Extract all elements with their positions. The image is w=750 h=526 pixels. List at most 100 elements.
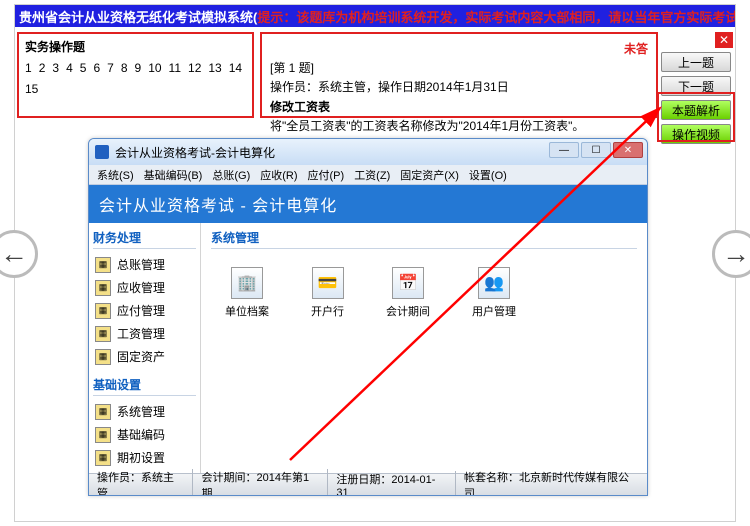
main-heading: 系统管理 (211, 229, 637, 249)
sidebar-item[interactable]: ▦ 应收管理 (93, 276, 196, 299)
maximize-icon[interactable]: ☐ (581, 142, 611, 158)
main-panel: 系统管理 🏢 单位档案 💳 开户行 📅 会计期间 👥 用户管理 (201, 223, 647, 473)
question-number[interactable]: 3 (52, 61, 59, 75)
question-line-2: 将"全员工资表"的工资表名称修改为"2014年1月份工资表"。 (270, 117, 648, 136)
question-nav-panel: 实务操作题 123456789101112131415 (17, 32, 254, 118)
prev-button[interactable]: 上一题 (661, 52, 731, 72)
next-button[interactable]: 下一题 (661, 76, 731, 96)
app-launcher-label: 开户行 (311, 303, 344, 319)
sidebar-item-icon: ▦ (95, 349, 111, 365)
question-number[interactable]: 14 (229, 61, 242, 75)
minimize-icon[interactable]: — (549, 142, 579, 158)
sidebar-heading-finance: 财务处理 (93, 229, 196, 249)
sidebar-item[interactable]: ▦ 系统管理 (93, 400, 196, 423)
question-number[interactable]: 1 (25, 61, 32, 75)
question-buttons: 上一题 下一题 本题解析 操作视频 (661, 52, 731, 144)
sidebar-item-label: 应付管理 (117, 302, 165, 319)
app-launcher-label: 用户管理 (472, 303, 516, 319)
app-launcher-icon: 👥 (478, 267, 510, 299)
window-titlebar: 会计从业资格考试-会计电算化 — ☐ ✕ (89, 139, 647, 165)
question-number-list: 123456789101112131415 (19, 57, 252, 100)
menu-item[interactable]: 总账(G) (212, 167, 250, 183)
sidebar-item-label: 工资管理 (117, 325, 165, 342)
answer-status: 未答 (270, 40, 648, 59)
question-header: ✕ 实务操作题 123456789101112131415 未答 [第 1 题]… (15, 30, 735, 122)
question-number[interactable]: 11 (169, 61, 181, 75)
question-number[interactable]: 9 (135, 61, 142, 75)
question-line-1: 操作员：系统主管，操作日期2014年1月31日 (270, 78, 648, 97)
sidebar-item-icon: ▦ (95, 427, 111, 443)
sidebar: 财务处理 ▦ 总账管理 ▦ 应收管理 ▦ 应付管理 ▦ 工资管理 ▦ 固定资产 基础设置 ▦ 系统管… (89, 223, 201, 473)
question-number[interactable]: 2 (39, 61, 46, 75)
question-number[interactable]: 12 (188, 61, 201, 75)
question-number[interactable]: 5 (80, 61, 87, 75)
app-launcher[interactable]: 💳 开户行 (311, 267, 344, 319)
status-regdate-label: 注册日期： (336, 474, 391, 486)
sidebar-item[interactable]: ▦ 工资管理 (93, 322, 196, 345)
sidebar-item-icon: ▦ (95, 326, 111, 342)
app-icon-row: 🏢 单位档案 💳 开户行 📅 会计期间 👥 用户管理 (211, 267, 637, 319)
question-number[interactable]: 15 (25, 82, 38, 96)
analysis-button[interactable]: 本题解析 (661, 100, 731, 120)
status-op-label: 操作员： (97, 472, 141, 484)
sidebar-item[interactable]: ▦ 期初设置 (93, 446, 196, 469)
app-launcher[interactable]: 🏢 单位档案 (225, 267, 269, 319)
system-title: 贵州省会计从业资格无纸化考试模拟系统( (19, 7, 257, 26)
question-number[interactable]: 4 (66, 61, 73, 75)
app-launcher-label: 单位档案 (225, 303, 269, 319)
sidebar-item-label: 应收管理 (117, 279, 165, 296)
window-controls: — ☐ ✕ (549, 142, 643, 158)
sidebar-heading-basic: 基础设置 (93, 376, 196, 396)
menu-item[interactable]: 应收(R) (260, 167, 297, 183)
app-window: 会计从业资格考试-会计电算化 — ☐ ✕ 系统(S) 基础编码(B) 总账(G) 应收… (88, 138, 648, 496)
sidebar-item-icon: ▦ (95, 303, 111, 319)
app-launcher-icon: 💳 (312, 267, 344, 299)
status-period-label: 会计期间： (201, 472, 256, 484)
window-title: 会计从业资格考试-会计电算化 (115, 144, 275, 161)
menu-item[interactable]: 设置(O) (469, 167, 507, 183)
question-number[interactable]: 7 (107, 61, 114, 75)
question-number[interactable]: 13 (208, 61, 221, 75)
sidebar-item-label: 期初设置 (117, 449, 165, 466)
status-account-label: 帐套名称： (464, 472, 519, 484)
sidebar-item-label: 系统管理 (117, 403, 165, 420)
system-title-bar: 贵州省会计从业资格无纸化考试模拟系统( 提示：该题库为机构培训系统开发，实际考试… (15, 5, 735, 27)
sidebar-item[interactable]: ▦ 固定资产 (93, 345, 196, 368)
sidebar-item-icon: ▦ (95, 404, 111, 420)
system-title-warning: 提示：该题库为机构培训系统开发，实际考试内容大部相同，请以当年官方实际考试内容为… (257, 7, 735, 26)
app-launcher[interactable]: 👥 用户管理 (472, 267, 516, 319)
window-body: 财务处理 ▦ 总账管理 ▦ 应收管理 ▦ 应付管理 ▦ 工资管理 ▦ 固定资产 基础设置 ▦ 系统管… (89, 223, 647, 473)
window-menubar: 系统(S) 基础编码(B) 总账(G) 应收(R) 应付(P) 工资(Z) 固定资产(X) 设… (89, 165, 647, 185)
app-launcher-icon: 🏢 (231, 267, 263, 299)
window-banner: 会计从业资格考试 - 会计电算化 (89, 185, 647, 223)
sidebar-item-label: 固定资产 (117, 348, 165, 365)
sidebar-item-label: 总账管理 (117, 256, 165, 273)
question-bold-line: 修改工资表 (270, 98, 648, 117)
close-icon[interactable]: ✕ (715, 32, 733, 48)
app-launcher-label: 会计期间 (386, 303, 430, 319)
window-statusbar: 操作员：系统主管 会计期间：2014年第1期 注册日期：2014-01-31 帐… (89, 473, 647, 495)
sidebar-item-label: 基础编码 (117, 426, 165, 443)
video-button[interactable]: 操作视频 (661, 124, 731, 144)
sidebar-item[interactable]: ▦ 应付管理 (93, 299, 196, 322)
menu-item[interactable]: 基础编码(B) (144, 167, 203, 183)
app-icon (95, 145, 109, 159)
sidebar-item-icon: ▦ (95, 450, 111, 466)
menu-item[interactable]: 应付(P) (308, 167, 345, 183)
sidebar-item[interactable]: ▦ 总账管理 (93, 253, 196, 276)
question-nav-title: 实务操作题 (19, 34, 252, 57)
app-launcher-icon: 📅 (392, 267, 424, 299)
question-text-panel: 未答 [第 1 题] 操作员：系统主管，操作日期2014年1月31日 修改工资表… (260, 32, 658, 118)
window-close-icon[interactable]: ✕ (613, 142, 643, 158)
question-number[interactable]: 10 (148, 61, 161, 75)
sidebar-item-icon: ▦ (95, 280, 111, 296)
menu-item[interactable]: 固定资产(X) (400, 167, 459, 183)
question-tag: [第 1 题] (270, 59, 648, 78)
menu-item[interactable]: 工资(Z) (354, 167, 390, 183)
app-launcher[interactable]: 📅 会计期间 (386, 267, 430, 319)
question-number[interactable]: 6 (93, 61, 100, 75)
sidebar-item-icon: ▦ (95, 257, 111, 273)
question-number[interactable]: 8 (121, 61, 128, 75)
menu-item[interactable]: 系统(S) (97, 167, 134, 183)
sidebar-item[interactable]: ▦ 基础编码 (93, 423, 196, 446)
